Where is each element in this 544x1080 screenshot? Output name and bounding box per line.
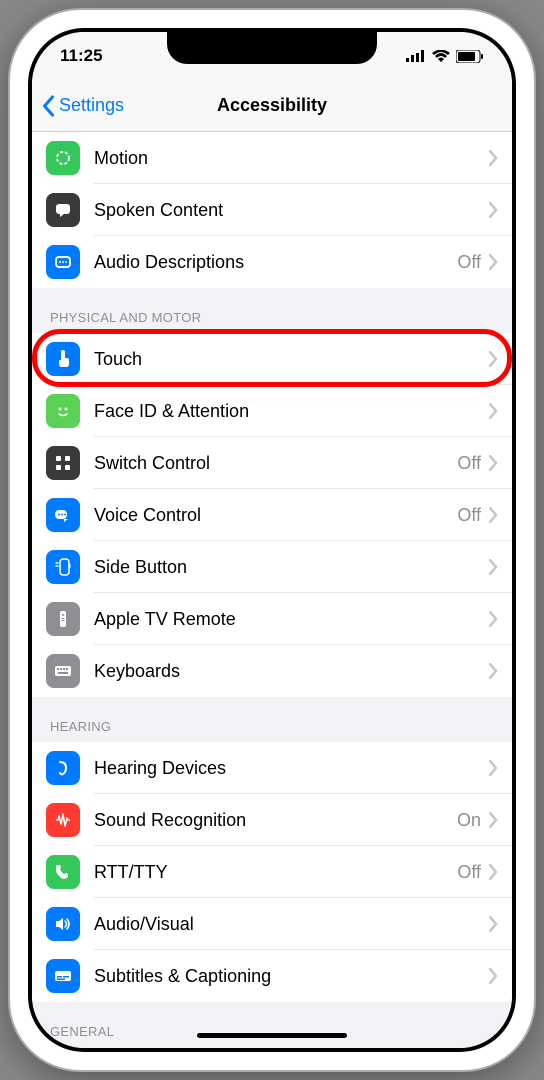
chevron-right-icon [489,611,498,627]
settings-row-apple-tv-remote[interactable]: Apple TV Remote [32,593,512,645]
row-label: Keyboards [94,661,489,682]
cc-icon [46,959,80,993]
phone-bezel: 11:25 Settings Accessibility Motion Spoke… [28,28,516,1052]
row-label: Motion [94,148,489,169]
chevron-right-icon [489,507,498,523]
back-label: Settings [59,95,124,116]
phone-frame: 11:25 Settings Accessibility Motion Spoke… [10,10,534,1070]
motion-icon [46,141,80,175]
settings-row-spoken-content[interactable]: Spoken Content [32,184,512,236]
notch [167,32,377,64]
speaker-icon [46,907,80,941]
side-icon [46,550,80,584]
content-scroll[interactable]: MotionSpoken ContentAudio DescriptionsOf… [32,132,512,1048]
settings-row-hearing-devices[interactable]: Hearing Devices [32,742,512,794]
settings-row-voice-control[interactable]: Voice ControlOff [32,489,512,541]
chevron-right-icon [489,351,498,367]
row-value: Off [457,862,481,883]
settings-row-face-id-attention[interactable]: Face ID & Attention [32,385,512,437]
phone-icon [46,855,80,889]
back-button[interactable]: Settings [32,95,124,117]
row-label: Audio/Visual [94,914,489,935]
settings-row-rtt-tty[interactable]: RTT/TTYOff [32,846,512,898]
navigation-bar: Settings Accessibility [32,80,512,132]
home-indicator[interactable] [197,1033,347,1038]
settings-row-motion[interactable]: Motion [32,132,512,184]
row-label: Spoken Content [94,200,489,221]
section-header-general: GENERAL [32,1002,512,1048]
touch-icon [46,342,80,376]
settings-row-touch[interactable]: Touch [32,333,512,385]
row-label: Apple TV Remote [94,609,489,630]
row-label: Sound Recognition [94,810,457,831]
face-icon [46,394,80,428]
audio-icon [46,245,80,279]
chevron-right-icon [489,916,498,932]
status-icons [406,50,484,63]
settings-row-switch-control[interactable]: Switch ControlOff [32,437,512,489]
page-title: Accessibility [217,95,327,116]
chevron-right-icon [489,455,498,471]
chevron-right-icon [489,403,498,419]
chevron-right-icon [489,150,498,166]
chevron-right-icon [489,202,498,218]
settings-row-audio-visual[interactable]: Audio/Visual [32,898,512,950]
ear-icon [46,751,80,785]
row-label: Subtitles & Captioning [94,966,489,987]
chevron-right-icon [489,663,498,679]
row-label: Voice Control [94,505,457,526]
list-group-hearing: Hearing DevicesSound RecognitionOnRTT/TT… [32,742,512,1002]
list-group-top: Motion Spoken Content Audio DescriptionsOf… [32,132,512,288]
wifi-icon [432,50,450,62]
keyboard-icon [46,654,80,688]
section-header-hearing: HEARING [32,697,512,742]
speech-icon [46,193,80,227]
chevron-right-icon [489,254,498,270]
settings-row-sound-recognition[interactable]: Sound RecognitionOn [32,794,512,846]
row-value: On [457,810,481,831]
section-header-physical: PHYSICAL AND MOTOR [32,288,512,333]
settings-row-keyboards[interactable]: Keyboards [32,645,512,697]
row-value: Off [457,505,481,526]
status-time: 11:25 [60,46,103,66]
chevron-right-icon [489,559,498,575]
settings-row-audio-descriptions[interactable]: Audio DescriptionsOff [32,236,512,288]
chevron-right-icon [489,864,498,880]
row-label: Switch Control [94,453,457,474]
remote-icon [46,602,80,636]
chevron-right-icon [489,812,498,828]
row-label: Touch [94,349,489,370]
row-label: Hearing Devices [94,758,489,779]
switch-icon [46,446,80,480]
row-value: Off [457,453,481,474]
row-value: Off [457,252,481,273]
settings-row-side-button[interactable]: Side Button [32,541,512,593]
row-label: Audio Descriptions [94,252,457,273]
chevron-right-icon [489,968,498,984]
cellular-icon [406,50,426,62]
screen: 11:25 Settings Accessibility Motion Spoke… [32,32,512,1048]
row-label: Face ID & Attention [94,401,489,422]
settings-row-subtitles-captioning[interactable]: Subtitles & Captioning [32,950,512,1002]
wave-icon [46,803,80,837]
row-label: Side Button [94,557,489,578]
voice-icon [46,498,80,532]
battery-icon [456,50,484,63]
chevron-right-icon [489,760,498,776]
chevron-left-icon [42,95,55,117]
list-group-physical: TouchFace ID & AttentionSwitch ControlOf… [32,333,512,697]
row-label: RTT/TTY [94,862,457,883]
